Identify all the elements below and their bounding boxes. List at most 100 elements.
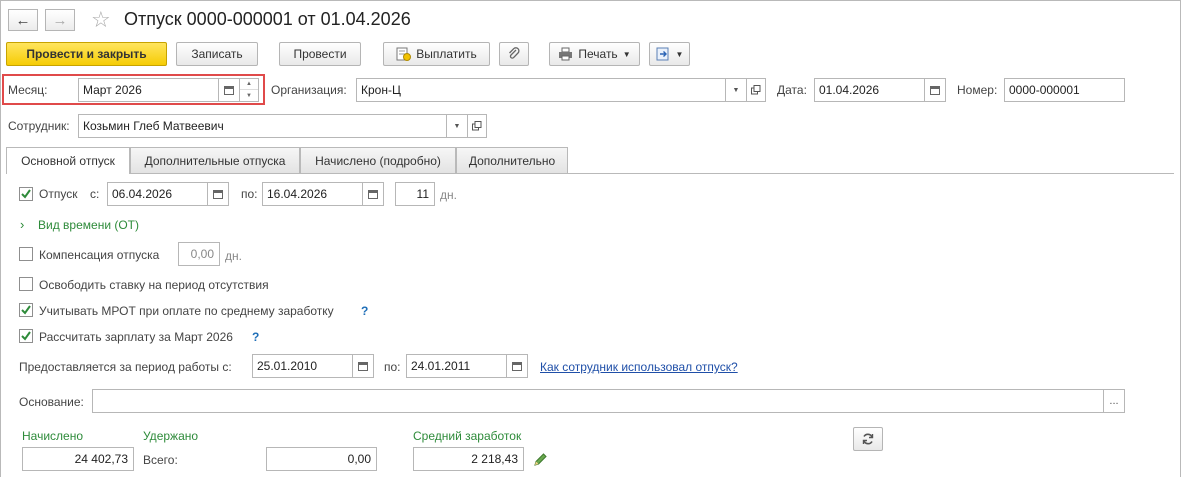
- vacation-usage-link[interactable]: Как сотрудник использовал отпуск?: [540, 360, 738, 374]
- basis-select-button[interactable]: ...: [1103, 389, 1125, 413]
- withheld-field: 0,00: [266, 447, 377, 471]
- vacation-from-calendar-button[interactable]: [207, 182, 229, 206]
- employee-dropdown-button[interactable]: ▼: [446, 114, 468, 138]
- withheld-label: Удержано: [143, 429, 199, 443]
- paperclip-icon: [509, 47, 520, 59]
- post-button[interactable]: Провести: [279, 42, 361, 66]
- vacation-days-unit: дн.: [440, 188, 457, 202]
- number-label: Номер:: [957, 83, 998, 97]
- accrued-value: 24 402,73: [74, 452, 128, 466]
- organization-open-button[interactable]: [746, 78, 766, 102]
- period-to-label: по:: [384, 360, 401, 374]
- employee-field[interactable]: Козьмин Глеб Матвеевич: [78, 114, 447, 138]
- date-calendar-button[interactable]: [924, 78, 946, 102]
- printer-icon: [559, 47, 573, 61]
- accrued-label: Начислено: [22, 429, 84, 443]
- vacation-days-field[interactable]: 11: [395, 182, 435, 206]
- back-button[interactable]: ←: [8, 9, 38, 31]
- organization-field[interactable]: Крон-Ц: [356, 78, 726, 102]
- free-rate-label: Освободить ставку на период отсутствия: [39, 278, 269, 292]
- month-label: Месяц:: [8, 83, 48, 97]
- average-earnings-field: 2 218,43: [413, 447, 524, 471]
- spin-down-icon[interactable]: ▼: [240, 90, 258, 101]
- mrot-checkbox[interactable]: [19, 303, 33, 317]
- date-field[interactable]: 01.04.2026: [814, 78, 925, 102]
- favorite-star-icon[interactable]: ☆: [91, 7, 111, 33]
- tab-accrued-detailed[interactable]: Начислено (подробно): [300, 147, 456, 173]
- calendar-icon: [368, 190, 378, 199]
- period-from-calendar-button[interactable]: [352, 354, 374, 378]
- time-type-expander[interactable]: ›: [20, 217, 24, 232]
- checkmark-icon: [21, 189, 31, 199]
- print-button[interactable]: Печать ▼: [549, 42, 640, 66]
- vacation-from-value: 06.04.2026: [112, 187, 173, 201]
- organization-dropdown-button[interactable]: ▼: [725, 78, 747, 102]
- compensation-checkbox[interactable]: [19, 247, 33, 261]
- vacation-from-label: с:: [90, 187, 100, 201]
- month-value: Март 2026: [83, 83, 142, 97]
- period-to-field[interactable]: 24.01.2011: [406, 354, 507, 378]
- employee-open-button[interactable]: [467, 114, 487, 138]
- period-from-value: 25.01.2010: [257, 359, 318, 373]
- post-and-close-button[interactable]: Провести и закрыть: [6, 42, 167, 66]
- dropdown-caret-icon: ▼: [675, 49, 684, 59]
- compensation-days-field[interactable]: 0,00: [178, 242, 220, 266]
- employee-label: Сотрудник:: [8, 119, 70, 133]
- open-form-icon: [472, 121, 482, 131]
- pencil-icon: [534, 453, 547, 466]
- vacation-from-field[interactable]: 06.04.2026: [107, 182, 208, 206]
- month-spinner[interactable]: ▲ ▼: [239, 78, 259, 102]
- vacation-to-field[interactable]: 16.04.2026: [262, 182, 363, 206]
- tab-additional-vacations[interactable]: Дополнительные отпуска: [130, 147, 300, 173]
- tab-main-vacation[interactable]: Основной отпуск: [6, 147, 130, 174]
- average-earnings-label: Средний заработок: [413, 429, 522, 443]
- basis-field[interactable]: [92, 389, 1104, 413]
- period-to-calendar-button[interactable]: [506, 354, 528, 378]
- recalculate-button[interactable]: [853, 427, 883, 451]
- export-icon: [656, 47, 669, 61]
- accrued-field: 24 402,73: [22, 447, 134, 471]
- open-form-icon: [751, 85, 761, 95]
- mrot-help-icon[interactable]: ?: [361, 304, 368, 318]
- calendar-icon: [930, 86, 940, 95]
- withheld-total-label: Всего:: [143, 453, 178, 467]
- pay-document-icon: [396, 47, 412, 61]
- basis-label: Основание:: [19, 395, 84, 409]
- number-field[interactable]: 0000-000001: [1004, 78, 1125, 102]
- month-calendar-button[interactable]: [218, 78, 240, 102]
- more-actions-button[interactable]: ▼: [649, 42, 690, 66]
- employee-value: Козьмин Глеб Матвеевич: [83, 119, 224, 133]
- arrow-right-icon: →: [52, 11, 68, 29]
- organization-value: Крон-Ц: [361, 83, 401, 97]
- month-field[interactable]: Март 2026: [78, 78, 219, 102]
- withheld-value: 0,00: [347, 452, 371, 466]
- time-type-link[interactable]: Вид времени (ОТ): [38, 218, 139, 232]
- dropdown-caret-icon: ▼: [622, 49, 631, 59]
- period-label: Предоставляется за период работы с:: [19, 360, 232, 374]
- save-button[interactable]: Записать: [176, 42, 258, 66]
- attachments-button[interactable]: [499, 42, 529, 66]
- calc-salary-help-icon[interactable]: ?: [252, 330, 259, 344]
- print-button-label: Печать: [578, 47, 618, 61]
- period-from-field[interactable]: 25.01.2010: [252, 354, 353, 378]
- edit-average-earnings-button[interactable]: [533, 452, 548, 470]
- pay-button-label: Выплатить: [416, 47, 477, 61]
- calendar-icon: [512, 362, 522, 371]
- compensation-days-value: 0,00: [190, 247, 214, 261]
- calc-salary-checkbox[interactable]: [19, 329, 33, 343]
- free-rate-checkbox[interactable]: [19, 277, 33, 291]
- vacation-label: Отпуск: [39, 187, 78, 201]
- calendar-icon: [358, 362, 368, 371]
- chevron-right-icon: ›: [20, 217, 25, 232]
- mrot-label: Учитывать МРОТ при оплате по среднему за…: [39, 304, 334, 318]
- compensation-days-unit: дн.: [225, 249, 242, 263]
- date-label: Дата:: [777, 83, 807, 97]
- pay-button[interactable]: Выплатить: [383, 42, 490, 66]
- spin-up-icon[interactable]: ▲: [240, 79, 258, 90]
- page-title: Отпуск 0000-000001 от 01.04.2026: [124, 9, 411, 29]
- vacation-to-calendar-button[interactable]: [362, 182, 384, 206]
- vacation-checkbox[interactable]: [19, 187, 33, 201]
- checkmark-icon: [21, 331, 31, 341]
- tab-additional[interactable]: Дополнительно: [456, 147, 568, 173]
- forward-button[interactable]: →: [45, 9, 75, 31]
